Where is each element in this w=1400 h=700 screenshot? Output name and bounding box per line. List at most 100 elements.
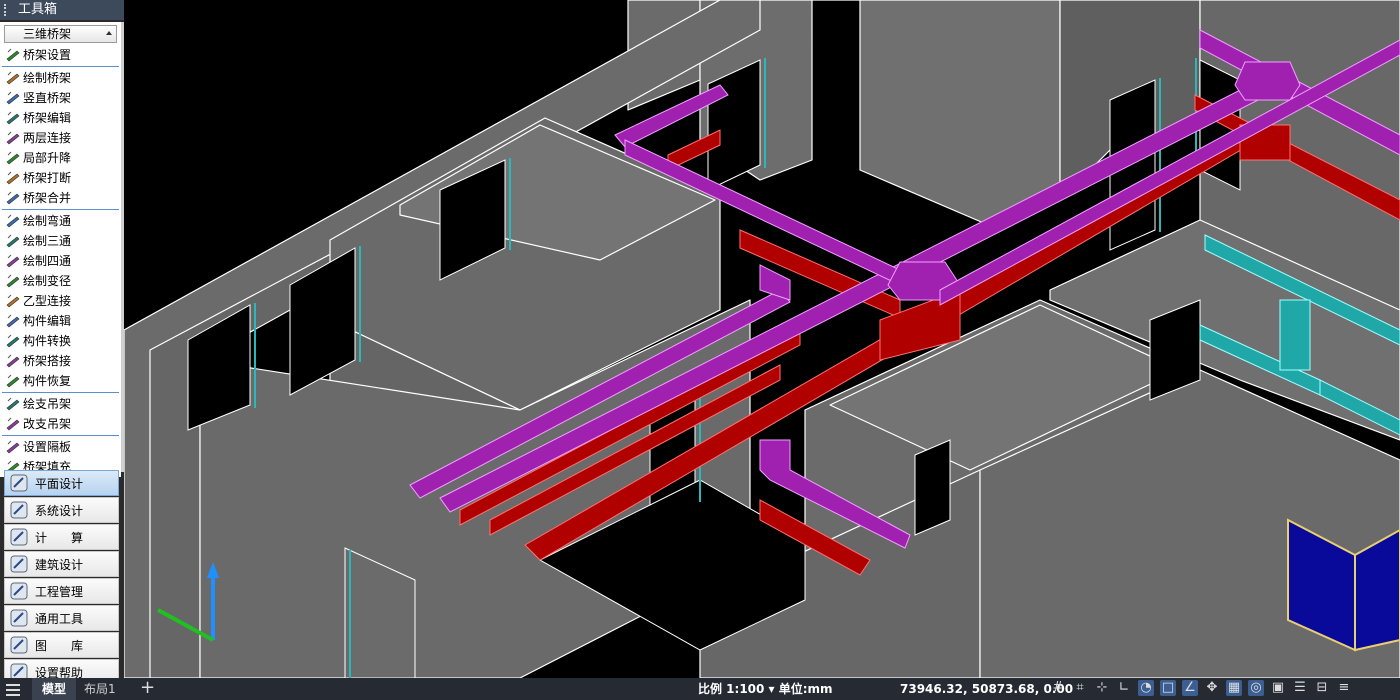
category-dropdown[interactable]: 三维桥架 [4, 25, 117, 43]
dynamic-ucs-icon[interactable]: ⊹ [1094, 680, 1110, 696]
module-label: 图 库 [35, 638, 84, 653]
tool-vertical-tray[interactable]: 竖直桥架 [0, 88, 121, 108]
toolbox-title: 工具箱 [18, 2, 58, 17]
grip-icon[interactable] [4, 4, 14, 16]
tool-separator [2, 66, 119, 67]
tool-break-tray[interactable]: 桥架打断 [0, 168, 121, 188]
local-lift-icon [6, 151, 20, 165]
tab-layout-1[interactable]: 布局1 [84, 678, 116, 700]
tool-label: 局部升降 [23, 151, 72, 165]
selection-cycle-icon[interactable]: ▦ [1226, 680, 1242, 696]
model-viewport[interactable] [124, 0, 1400, 678]
tool-draw-reducer[interactable]: 绘制变径 [0, 271, 121, 291]
architecture-design-icon [9, 554, 29, 574]
move-icon[interactable]: ✥ [1204, 680, 1220, 696]
break-tray-icon [6, 171, 20, 185]
module-plan-design[interactable]: 平面设计 [4, 470, 119, 496]
coordinates-readout: 73946.32, 50873.68, 0.00 [900, 682, 1074, 696]
3d-model-drawing [124, 0, 1400, 678]
customize-icon[interactable]: ≡ [1336, 680, 1352, 696]
tool-label: 改支吊架 [23, 417, 72, 431]
layout-icon[interactable]: ▣ [1270, 680, 1286, 696]
workspace-icon[interactable]: ☰ [1292, 680, 1308, 696]
tool-z-connect[interactable]: 乙型连接 [0, 291, 121, 311]
tool-label: 桥架搭接 [23, 354, 72, 368]
tool-draw-tee[interactable]: 绘制三通 [0, 231, 121, 251]
tool-label: 设置隔板 [23, 440, 72, 454]
tool-label: 构件编辑 [23, 314, 72, 328]
tool-label: 乙型连接 [23, 294, 72, 308]
tool-two-layer-connect[interactable]: 两层连接 [0, 128, 121, 148]
module-label: 工程管理 [35, 584, 84, 599]
tool-label: 构件转换 [23, 334, 72, 348]
polar-tracking-icon[interactable]: ◔ [1138, 680, 1154, 696]
module-system-design[interactable]: 系统设计 [4, 497, 119, 523]
tool-label: 桥架设置 [23, 48, 72, 62]
grid-icon[interactable]: # [1050, 680, 1066, 696]
plan-design-icon [9, 473, 29, 493]
toolbox-tools: 三维桥架 桥架设置绘制桥架竖直桥架 桥架编辑两层连接局部升降桥架打断 桥架合并绘制弯… [0, 22, 121, 477]
toolbox-panel: 工具箱 三维桥架 桥架设置绘制桥架竖直桥架 桥架编辑两层连接局部升降桥架打断 桥架合… [0, 0, 124, 685]
add-layout-button[interactable]: + [140, 678, 155, 700]
angle-icon[interactable]: ∠ [1182, 680, 1198, 696]
calculation-icon [9, 527, 29, 547]
draw-elbow-icon [6, 214, 20, 228]
module-general-tools[interactable]: 通用工具 [4, 605, 119, 631]
tool-draw-tray[interactable]: 绘制桥架 [0, 68, 121, 88]
module-calculation[interactable]: 计 算 [4, 524, 119, 550]
tool-modify-hanger[interactable]: 改支吊架 [0, 414, 121, 434]
tray-settings-icon [6, 48, 20, 62]
tool-separator [2, 392, 119, 393]
draw-hanger-icon [6, 397, 20, 411]
draw-tray-icon [6, 71, 20, 85]
ortho-icon[interactable]: ∟ [1116, 680, 1132, 696]
tool-label: 绘制三通 [23, 234, 72, 248]
tool-convert-component[interactable]: 构件转换 [0, 331, 121, 351]
tool-merge-tray[interactable]: 桥架合并 [0, 188, 121, 208]
tool-tray-settings[interactable]: 桥架设置 [0, 45, 121, 65]
module-label: 平面设计 [35, 476, 84, 491]
draw-tee-icon [6, 234, 20, 248]
tool-draw-cross[interactable]: 绘制四通 [0, 251, 121, 271]
menu-icon[interactable] [6, 684, 20, 699]
tool-edit-tray[interactable]: 桥架编辑 [0, 108, 121, 128]
category-value: 三维桥架 [23, 27, 72, 41]
object-snap-icon[interactable]: □ [1160, 680, 1176, 696]
tool-edit-component[interactable]: 构件编辑 [0, 311, 121, 331]
tool-set-partition[interactable]: 设置隔板 [0, 437, 121, 457]
tool-label: 两层连接 [23, 131, 72, 145]
snap-grid-icon[interactable]: ⌗ [1072, 680, 1088, 696]
status-bar: 模型 布局1 + 比例 1:100 ▾ 单位:mm 73946.32, 5087… [0, 678, 1400, 700]
tab-model[interactable]: 模型 [32, 678, 76, 700]
z-connect-icon [6, 294, 20, 308]
module-library[interactable]: 图 库 [4, 632, 119, 658]
tool-restore-component[interactable]: 构件恢复 [0, 371, 121, 391]
module-architecture-design[interactable]: 建筑设计 [4, 551, 119, 577]
wall-back-column [859, 0, 1061, 231]
restore-component-icon [6, 374, 20, 388]
modify-hanger-icon [6, 417, 20, 431]
general-tools-icon [9, 608, 29, 628]
scale-unit-selector[interactable]: 比例 1:100 ▾ 单位:mm [698, 678, 833, 700]
module-label: 系统设计 [35, 503, 84, 518]
tool-draw-elbow[interactable]: 绘制弯通 [0, 211, 121, 231]
tool-tray-overlap[interactable]: 桥架搭接 [0, 351, 121, 371]
annotation-icon[interactable]: ◎ [1248, 680, 1264, 696]
module-label: 建筑设计 [35, 557, 84, 572]
draw-reducer-icon [6, 274, 20, 288]
tool-local-lift[interactable]: 局部升降 [0, 148, 121, 168]
module-project-management[interactable]: 工程管理 [4, 578, 119, 604]
dropdown-arrow-icon[interactable] [106, 31, 112, 35]
tool-label: 绘制四通 [23, 254, 72, 268]
toolbox-scrollbar[interactable] [121, 22, 124, 472]
tool-draw-hanger[interactable]: 绘支吊架 [0, 394, 121, 414]
isolate-icon[interactable]: ⊟ [1314, 680, 1330, 696]
tool-separator [2, 209, 119, 210]
tool-label: 构件恢复 [23, 374, 72, 388]
tool-label: 绘制弯通 [23, 214, 72, 228]
toolbox-title-bar[interactable]: 工具箱 [0, 0, 124, 20]
tool-label: 绘支吊架 [23, 397, 72, 411]
module-label: 通用工具 [35, 611, 84, 626]
tool-label: 绘制桥架 [23, 71, 72, 85]
opening-bottom-2 [914, 439, 951, 536]
